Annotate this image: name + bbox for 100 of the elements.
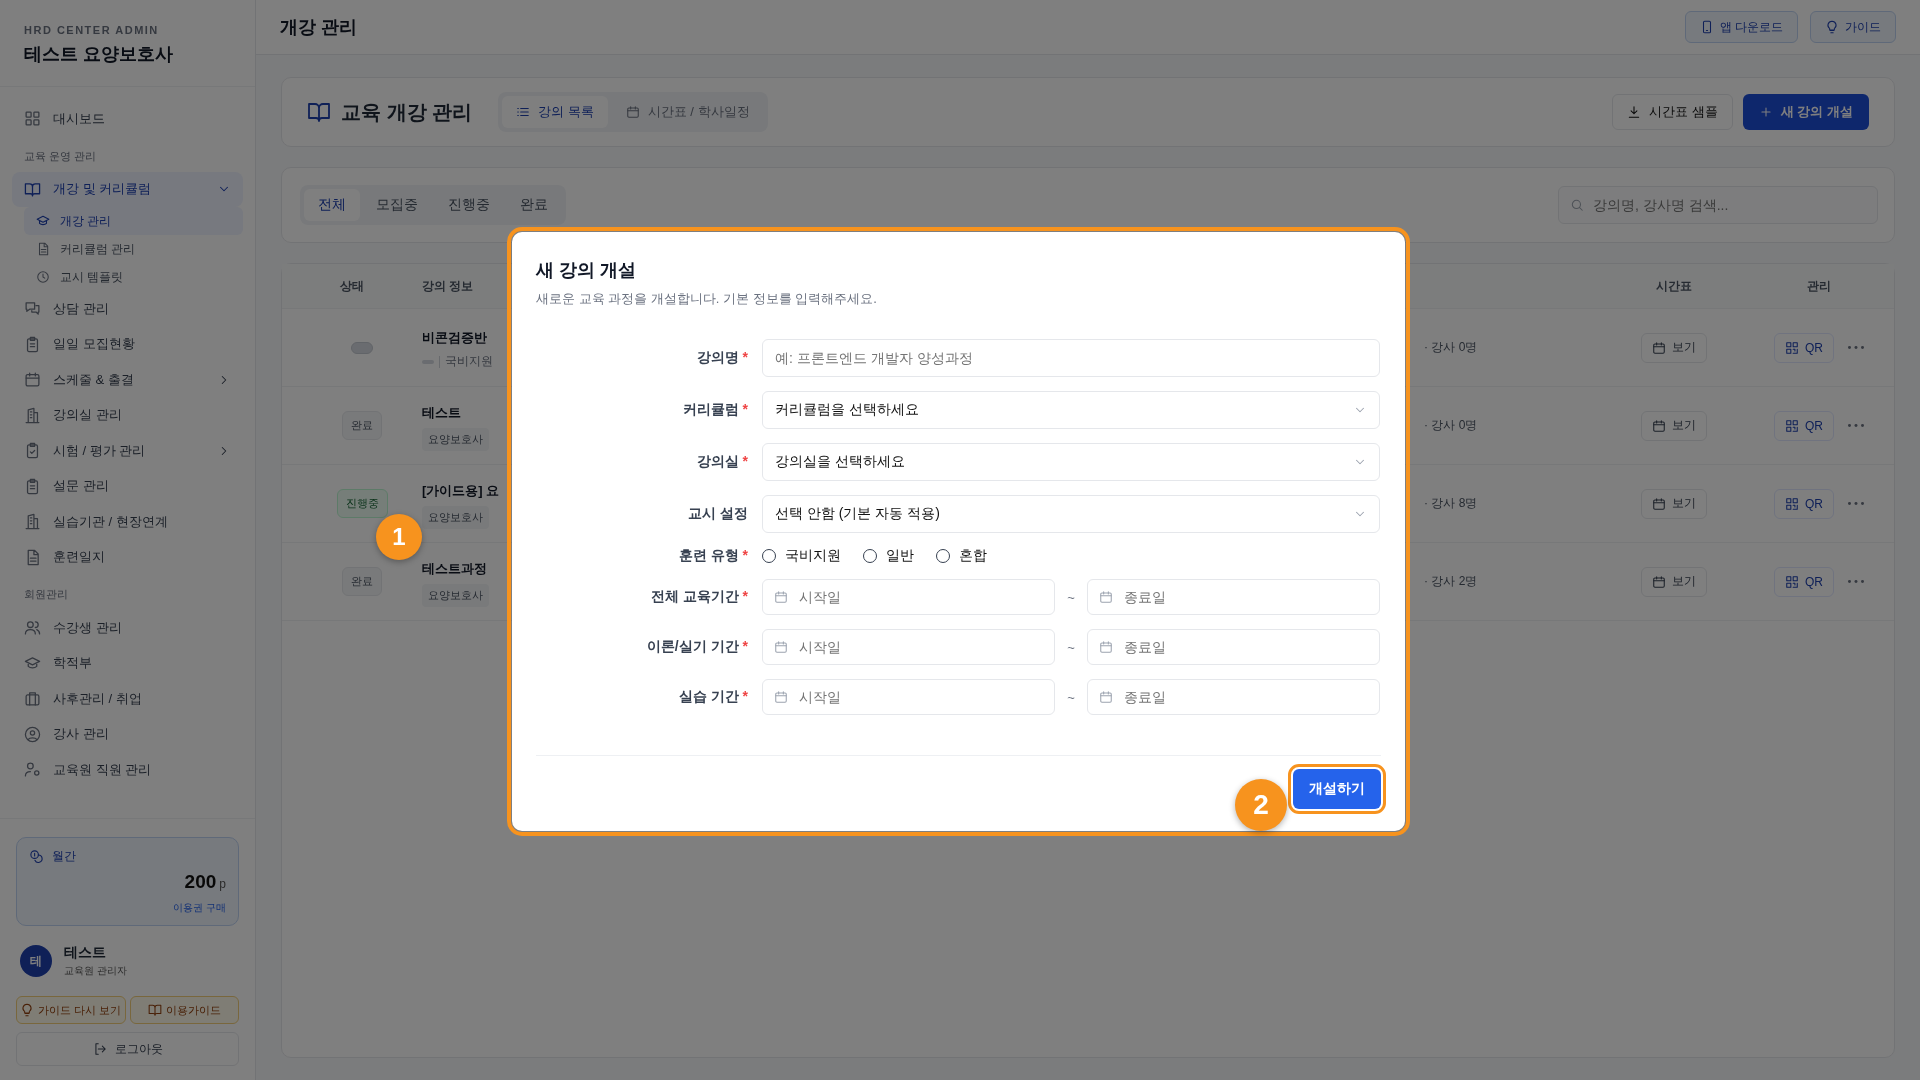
sidebar-item[interactable]: 학적부 [12, 645, 243, 681]
sidebar-item[interactable]: 수강생 관리 [12, 610, 243, 646]
sidebar-item[interactable]: 사후관리 / 취업 [12, 681, 243, 717]
start-date-field[interactable]: 시작일 [762, 679, 1056, 715]
sidebar-item[interactable]: 개강 및 커리큘럼 [12, 171, 243, 207]
qr-icon [1785, 418, 1799, 433]
logout-button[interactable]: 로그아웃 [16, 1032, 239, 1066]
sidebar-subitem[interactable]: 커리큘럼 관리 [24, 235, 243, 263]
course-stats: · 강사 2명 [1424, 573, 1479, 590]
field-label: 훈련 유형 * [677, 547, 748, 565]
field-label: 강의실 * [695, 453, 748, 471]
calendar-icon [1098, 690, 1113, 704]
field-label: 커리큘럼 * [681, 401, 748, 419]
qr-button[interactable]: QR [1774, 332, 1834, 363]
download-icon [1627, 105, 1642, 119]
select-field[interactable]: 선택 안함 (기본 자동 적용) [762, 495, 1380, 533]
view-tab[interactable]: 시간표 / 학사일정 [611, 96, 764, 128]
users-icon [24, 619, 41, 637]
user-name: 테스트 [64, 944, 107, 962]
app-download-button[interactable]: 앱 다운로드 [1684, 11, 1798, 43]
select-field[interactable]: 커리큘럼을 선택하세요 [762, 391, 1380, 429]
more-icon [1848, 580, 1864, 583]
clipboard-icon [24, 477, 41, 495]
avatar: 테 [20, 945, 52, 977]
more-icon [1848, 346, 1864, 349]
schedule-view-button[interactable]: 보기 [1641, 566, 1707, 597]
status-badge: 진행중 [336, 489, 388, 518]
new-course-button[interactable]: 새 강의 개설 [1742, 94, 1869, 130]
section-title: 교육 개강 관리 [341, 99, 473, 125]
select-field[interactable]: 강의실을 선택하세요 [762, 443, 1380, 481]
book-icon [147, 1003, 162, 1017]
purchase-link[interactable]: 이용권 구매 [29, 901, 226, 915]
radio-option[interactable]: 일반 [863, 547, 914, 565]
sidebar-item[interactable]: 상담 관리 [12, 291, 243, 327]
sidebar-subitem[interactable]: 교시 템플릿 [24, 263, 243, 291]
calendar-icon [1098, 640, 1113, 654]
guide-button[interactable]: 가이드 [1810, 11, 1896, 43]
search-field[interactable]: 강의명, 강사명 검색... [1558, 186, 1878, 224]
start-date-field[interactable]: 시작일 [762, 579, 1056, 615]
sidebar-item[interactable]: 스케줄 & 출결 [12, 362, 243, 398]
clipboard-icon [24, 335, 41, 353]
end-date-field[interactable]: 종료일 [1086, 579, 1380, 615]
field-label: 실습 기간 * [677, 688, 748, 706]
calendar-icon [774, 690, 788, 704]
sidebar-item[interactable]: 대시보드 [12, 101, 243, 137]
sample-download-button[interactable]: 시간표 샘플 [1612, 94, 1733, 130]
building-icon [24, 513, 41, 531]
sidebar-item[interactable]: 일일 모집현황 [12, 326, 243, 362]
filter-tab[interactable]: 모집중 [362, 189, 432, 221]
list-icon [516, 105, 531, 119]
chat-icon [24, 300, 41, 318]
qr-button[interactable]: QR [1774, 410, 1834, 441]
field-label: 교시 설정 [687, 505, 748, 523]
course-stats: · 강사 0명 [1424, 339, 1479, 356]
sidebar-item[interactable]: 강사 관리 [12, 716, 243, 752]
clock-icon [36, 270, 50, 284]
column-header: 강의 정보 [422, 277, 475, 295]
qr-button[interactable]: QR [1774, 488, 1834, 519]
course-name-field[interactable]: 예: 프론트엔드 개발자 양성과정 [762, 339, 1380, 377]
schedule-view-button[interactable]: 보기 [1641, 488, 1707, 519]
status-badge: 완료 [342, 567, 382, 596]
start-date-field[interactable]: 시작일 [762, 629, 1056, 665]
course-title: 테스트 [422, 404, 461, 422]
radio-option[interactable]: 국비지원 [762, 547, 841, 565]
guide-button[interactable]: 이용가이드 [129, 996, 239, 1024]
book-icon [24, 180, 41, 198]
sidebar-item[interactable]: 강의실 관리 [12, 397, 243, 433]
usergear-icon [24, 761, 41, 779]
filter-tab[interactable]: 진행중 [434, 189, 504, 221]
sidebar-item[interactable]: 교육원 직원 관리 [12, 752, 243, 788]
sidebar-item[interactable]: 실습기관 / 현장연계 [12, 504, 243, 540]
guide-button[interactable]: 가이드 다시 보기 [16, 996, 126, 1024]
sidebar-subitem[interactable]: 개강 관리 [24, 207, 243, 235]
end-date-field[interactable]: 종료일 [1086, 629, 1380, 665]
sidebar-item[interactable]: 훈련일지 [12, 539, 243, 575]
nav-section-heading: 교육 운영 관리 [23, 148, 98, 164]
view-tab[interactable]: 강의 목록 [502, 96, 608, 128]
radio-option[interactable]: 혼합 [936, 547, 987, 565]
sidebar-item[interactable]: 시험 / 평가 관리 [12, 433, 243, 469]
column-header: 관리 [1807, 277, 1831, 295]
cap-icon [24, 654, 41, 672]
status-badge: 완료 [342, 411, 382, 440]
user-role: 교육원 관리자 [64, 964, 127, 978]
plus-icon [1758, 105, 1773, 119]
field-label: 전체 교육기간 * [649, 588, 748, 606]
building-icon [24, 406, 41, 424]
filter-tab[interactable]: 완료 [506, 189, 562, 221]
end-date-field[interactable]: 종료일 [1086, 679, 1380, 715]
coins-icon [29, 849, 44, 864]
qr-button[interactable]: QR [1774, 566, 1834, 597]
calendar-icon [1652, 496, 1666, 511]
schedule-view-button[interactable]: 보기 [1641, 410, 1707, 441]
doc-icon [36, 242, 50, 256]
filter-tab[interactable]: 전체 [304, 189, 360, 221]
column-header: 상태 [340, 277, 364, 295]
sidebar-item[interactable]: 설문 관리 [12, 468, 243, 504]
schedule-view-button[interactable]: 보기 [1641, 332, 1707, 363]
calendar-icon [1098, 590, 1113, 604]
plan-label: 월간 [52, 848, 76, 865]
briefcase-icon [24, 690, 41, 708]
